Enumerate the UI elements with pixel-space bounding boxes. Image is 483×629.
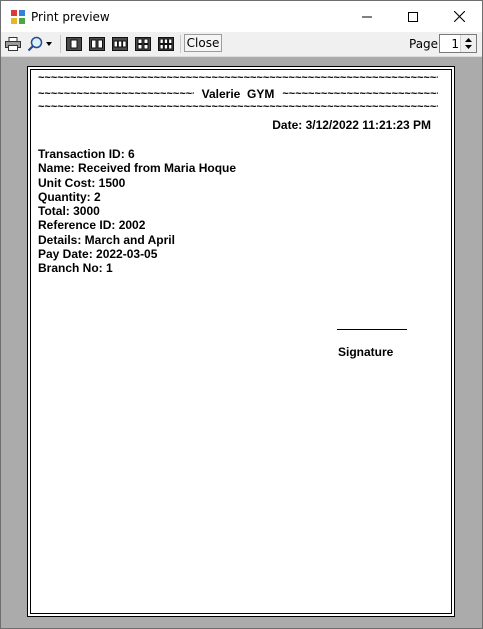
tilde-rule: ~~~~~~~~~~~~~~~~~~~~~~~~~~~~~~~~~~~~~~~~…: [38, 72, 438, 84]
page-label: Page: [409, 37, 439, 51]
receipt-fields: Transaction ID: 6 Name: Received from Ma…: [38, 147, 236, 276]
minimize-button[interactable]: [344, 1, 390, 32]
page-border: ~~~~~~~~~~~~~~~~~~~~~~~~~~~~~~~~~~~~~~~~…: [30, 69, 452, 614]
title-bar[interactable]: Print preview: [1, 1, 482, 32]
preview-viewport[interactable]: ~~~~~~~~~~~~~~~~~~~~~~~~~~~~~~~~~~~~~~~~…: [1, 57, 482, 628]
three-pages-button[interactable]: [110, 35, 130, 53]
print-icon: [5, 37, 21, 51]
four-pages-icon: [135, 37, 151, 51]
field-quantity: Quantity: 2: [38, 189, 101, 204]
zoom-icon: [27, 36, 43, 52]
page-spinner[interactable]: [460, 35, 476, 52]
signature-line: [337, 329, 407, 330]
chevron-down-icon: [46, 42, 52, 46]
field-details: Details: March and April: [38, 232, 175, 247]
two-pages-button[interactable]: [87, 35, 107, 53]
one-page-button[interactable]: [64, 35, 84, 53]
window-title: Print preview: [31, 10, 110, 24]
field-transaction-id: Transaction ID: 6: [38, 147, 135, 161]
signature-label: Signature: [338, 345, 394, 359]
maximize-icon: [408, 11, 418, 22]
preview-page: ~~~~~~~~~~~~~~~~~~~~~~~~~~~~~~~~~~~~~~~~…: [27, 66, 455, 617]
field-branch-no: Branch No: 1: [38, 261, 113, 276]
three-pages-icon: [112, 37, 128, 51]
field-reference-id: Reference ID: 2002: [38, 218, 146, 233]
print-button[interactable]: [4, 35, 22, 53]
six-pages-button[interactable]: [156, 35, 176, 53]
one-page-icon: [66, 37, 82, 51]
close-preview-button[interactable]: Close: [184, 34, 222, 52]
app-icon: [11, 10, 25, 24]
minimize-icon: [362, 16, 372, 17]
toolbar-separator: [180, 35, 181, 53]
two-pages-icon: [89, 37, 105, 51]
tilde-rule: ~~~~~~~~~~~~~~~~~~~~~~~~~~~~~~~~~~~~~~~~…: [282, 88, 438, 100]
page-number-value[interactable]: 1: [451, 37, 459, 51]
close-icon: [453, 11, 465, 22]
spinner-arrows-icon: [465, 38, 472, 49]
tilde-rule: ~~~~~~~~~~~~~~~~~~~~~~~~~~~~~~~~~~~~~~~~…: [38, 101, 438, 113]
receipt-date: Date: 3/12/2022 11:21:23 PM: [272, 118, 431, 132]
field-unit-cost: Unit Cost: 1500: [38, 175, 126, 190]
field-total: Total: 3000: [38, 204, 100, 219]
close-window-button[interactable]: [436, 1, 482, 32]
field-pay-date: Pay Date: 2022-03-05: [38, 247, 158, 262]
gym-header: ~~~~~~~~~~~~~~~~~~~~~~~~~~~~~~~~~~~~~~~~…: [38, 87, 438, 101]
four-pages-button[interactable]: [133, 35, 153, 53]
field-name: Name: Received from Maria Hoque: [38, 161, 237, 176]
maximize-button[interactable]: [390, 1, 436, 32]
tilde-rule: ~~~~~~~~~~~~~~~~~~~~~~~~~~~~~~~~~~~~~~~~…: [38, 88, 194, 100]
toolbar-separator: [60, 35, 61, 53]
preview-toolbar: Close Page 1: [1, 32, 482, 57]
zoom-dropdown-button[interactable]: [25, 35, 55, 53]
six-pages-icon: [158, 37, 174, 51]
print-preview-window: Print preview Close Page 1 ~~~~~~~~~~~~~…: [0, 0, 483, 629]
gym-name: Valerie GYM: [201, 87, 275, 101]
page-number-stepper[interactable]: 1: [439, 34, 477, 53]
